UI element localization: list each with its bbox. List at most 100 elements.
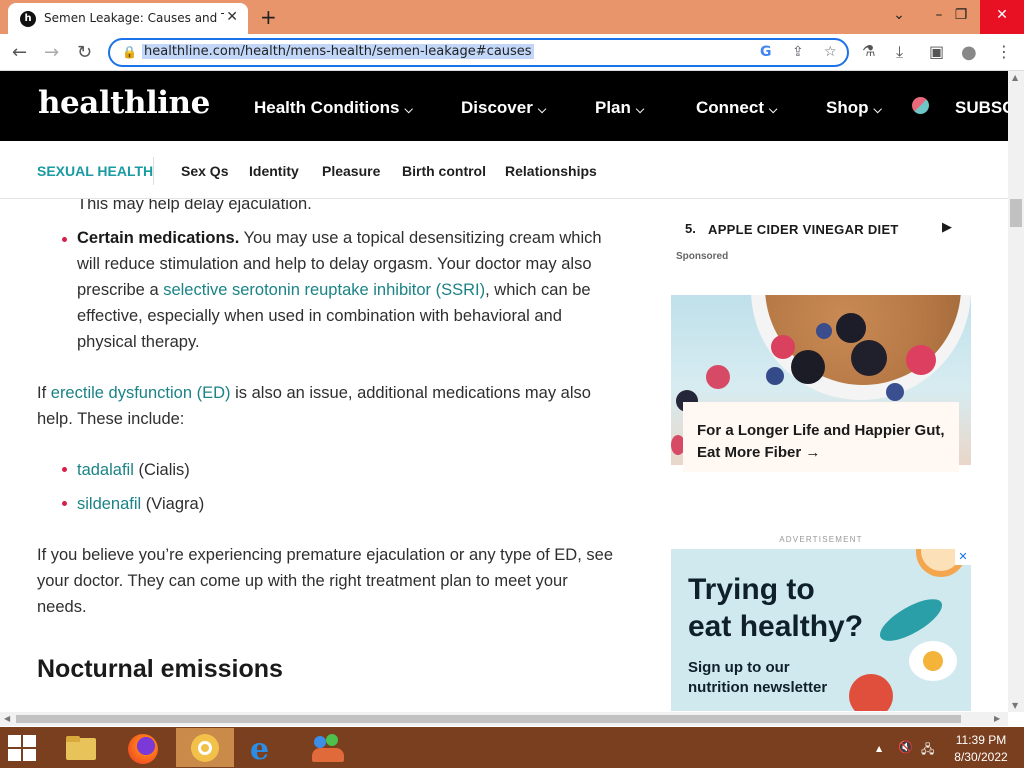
google-lens-icon[interactable]: G — [760, 44, 772, 60]
messenger-icon[interactable] — [300, 728, 358, 767]
nav-connect[interactable]: Connect ⌵ — [696, 98, 777, 118]
download-icon[interactable]: ⤓ — [896, 42, 903, 62]
nav-discover[interactable]: Discover ⌵ — [461, 98, 546, 118]
healthline-logo[interactable]: healthline — [38, 85, 210, 121]
nav-shop[interactable]: Shop ⌵ — [826, 98, 882, 118]
nav-label: Plan — [595, 98, 631, 117]
side-panel-icon[interactable]: ▣ — [929, 42, 944, 61]
ad-subtext-line: Sign up to our — [688, 659, 790, 676]
tomato-image — [849, 674, 893, 711]
tadalafil-link[interactable]: tadalafil — [77, 461, 134, 479]
vertical-scrollbar[interactable]: ▲ ▼ — [1008, 71, 1024, 712]
tab-search-button[interactable]: ⌄ — [882, 0, 916, 34]
chevron-down-icon: ⌵ — [635, 103, 645, 116]
ad-subtext: Sign up to our nutrition newsletter — [688, 658, 827, 698]
show-hidden-icons-icon[interactable]: ▲ — [876, 744, 882, 753]
back-arrow-icon[interactable]: ← — [12, 42, 27, 63]
labs-flask-icon[interactable]: ⚗ — [862, 42, 875, 60]
list-item-heading: Certain medications. — [77, 229, 240, 247]
chevron-down-icon: ⌵ — [769, 103, 778, 116]
subnav-item-relationships[interactable]: Relationships — [505, 163, 597, 179]
chevron-down-icon: ⌵ — [404, 103, 413, 116]
browser-tab[interactable]: h Semen Leakage: Causes and Trea ✕ — [8, 3, 248, 34]
horizontal-scroll-thumb[interactable] — [16, 715, 961, 723]
window-close-button[interactable]: ✕ — [980, 0, 1024, 34]
ad-headline-line: eat healthy? — [688, 610, 864, 643]
egg-yolk-image — [923, 651, 943, 671]
sildenafil-link[interactable]: sildenafil — [77, 495, 141, 513]
nav-label: Shop — [826, 98, 869, 117]
paragraph-ed: If erectile dysfunction (ED) is also an … — [37, 380, 617, 432]
volume-muted-icon[interactable]: 🔇 — [898, 740, 913, 754]
network-icon[interactable]: 🖧 — [921, 740, 934, 761]
raspberry-image — [771, 335, 795, 359]
profile-avatar-icon[interactable]: ● — [961, 42, 977, 63]
share-icon[interactable]: ⇪ — [792, 44, 804, 60]
related-list-item[interactable]: APPLE CIDER VINEGAR DIET — [708, 222, 899, 237]
windows-start-icon[interactable] — [8, 735, 38, 761]
firefox-icon[interactable] — [114, 728, 172, 767]
chevron-down-icon: ⌵ — [873, 103, 882, 116]
newsletter-ad[interactable]: ✕ Trying to eat healthy? Sign up to our nu… — [671, 549, 971, 711]
blueberry-image — [886, 383, 904, 401]
nav-label: Health Conditions — [254, 98, 400, 117]
subnav-item-sex-qs[interactable]: Sex Qs — [181, 163, 228, 179]
sponsored-label: Sponsored — [676, 251, 729, 262]
menu-kebab-icon[interactable]: ⋮ — [996, 42, 1012, 61]
ad-headline: Trying to eat healthy? — [688, 571, 863, 645]
leafy-green-image — [874, 591, 948, 649]
windows-taskbar: e ▲ 🔇 🖧 11:39 PM 8/30/2022 — [0, 727, 1024, 768]
play-arrow-icon[interactable]: ▶ — [942, 220, 952, 235]
subnav-item-identity[interactable]: Identity — [249, 163, 299, 179]
reload-icon[interactable]: ↻ — [77, 42, 92, 63]
blackberry-image — [836, 313, 866, 343]
list-item-tadalafil: tadalafil (Cialis) — [77, 457, 622, 483]
nav-health-conditions[interactable]: Health Conditions ⌵ — [254, 98, 413, 118]
scroll-left-arrow-icon[interactable]: ◀ — [4, 714, 10, 723]
promo-headline-link[interactable]: For a Longer Life and Happier Gut, Eat M… — [697, 420, 947, 464]
lock-icon[interactable]: 🔒 — [122, 45, 137, 59]
drug-brand-text: (Cialis) — [133, 461, 190, 479]
ad-headline-line: Trying to — [688, 573, 815, 606]
forward-arrow-icon[interactable]: → — [44, 42, 59, 63]
drug-brand-text: (Viagra) — [141, 495, 205, 513]
close-tab-icon[interactable]: ✕ — [226, 9, 238, 25]
new-tab-button[interactable]: + — [260, 5, 277, 29]
clock-time[interactable]: 11:39 PM — [946, 733, 1016, 747]
scroll-up-arrow-icon[interactable]: ▲ — [1012, 73, 1018, 82]
ad-close-icon[interactable]: ✕ — [955, 549, 971, 565]
section-heading: Nocturnal emissions — [37, 655, 283, 683]
restore-button[interactable]: ❐ — [944, 0, 978, 34]
scroll-down-arrow-icon[interactable]: ▼ — [1012, 701, 1018, 710]
subnav-item-birth-control[interactable]: Birth control — [402, 163, 486, 179]
address-bar[interactable]: 🔒 healthline.com/health/mens-health/seme… — [108, 38, 849, 67]
list-number: 5. — [685, 221, 696, 236]
list-item-sildenafil: sildenafil (Viagra) — [77, 491, 622, 517]
subnav-title[interactable]: SEXUAL HEALTH — [37, 163, 153, 179]
bullet-marker — [62, 237, 67, 242]
bookmark-star-icon[interactable]: ☆ — [824, 44, 837, 60]
subnav-divider — [153, 157, 154, 185]
blackberry-image — [851, 340, 887, 376]
chevron-down-icon: ⌵ — [537, 103, 547, 116]
clock-date[interactable]: 8/30/2022 — [946, 750, 1016, 764]
subscribe-button[interactable]: SUBSC — [955, 98, 1008, 118]
account-badge-icon[interactable] — [912, 97, 929, 114]
subnav-item-pleasure[interactable]: Pleasure — [322, 163, 380, 179]
browser-tab-strip: h Semen Leakage: Causes and Trea ✕ + ⌄ –… — [0, 0, 1024, 34]
chrome-icon[interactable] — [176, 728, 234, 767]
ssri-link[interactable]: selective serotonin reuptake inhibitor (… — [163, 281, 485, 299]
promo-card[interactable]: For a Longer Life and Happier Gut, Eat M… — [683, 402, 959, 472]
nav-plan[interactable]: Plan ⌵ — [595, 98, 644, 118]
paragraph-text: If — [37, 384, 51, 402]
url-text[interactable]: healthline.com/health/mens-health/semen-… — [142, 44, 534, 59]
scroll-right-arrow-icon[interactable]: ▶ — [994, 714, 1000, 723]
vertical-scroll-thumb[interactable] — [1010, 199, 1022, 227]
erectile-dysfunction-link[interactable]: erectile dysfunction (ED) — [51, 384, 231, 402]
healthline-favicon-icon: h — [20, 11, 36, 27]
article-body: This may help delay ejaculation. Certain… — [0, 199, 640, 711]
nav-label: Discover — [461, 98, 533, 117]
file-explorer-icon[interactable] — [52, 728, 110, 767]
internet-explorer-icon[interactable]: e — [238, 728, 296, 767]
horizontal-scrollbar[interactable]: ◀ ▶ — [0, 712, 1008, 726]
